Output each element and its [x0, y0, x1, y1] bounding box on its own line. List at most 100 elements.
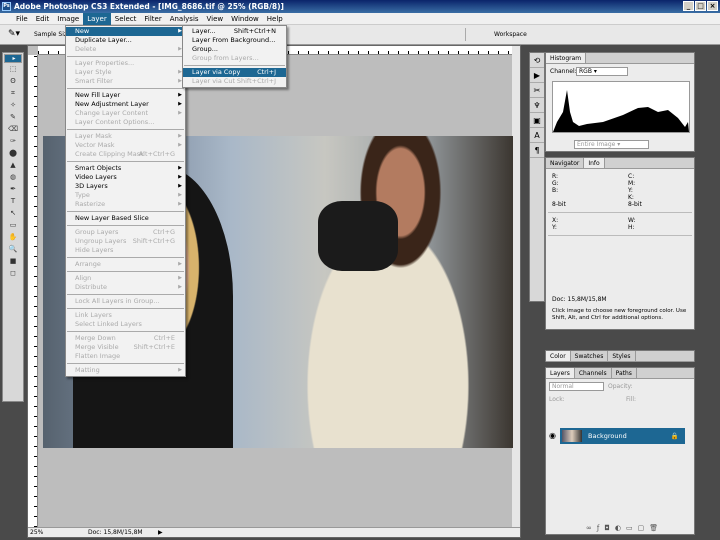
source-select[interactable]: Entire Image ▾ — [574, 140, 649, 149]
tools-icon[interactable]: ✂ — [530, 83, 544, 98]
menu-file[interactable]: File — [12, 13, 32, 25]
menu-item-layer-via-copy[interactable]: Layer via Copy Ctrl+J — [183, 68, 286, 77]
vertical-scrollbar[interactable] — [512, 46, 520, 527]
menu-item-smart-filter[interactable]: Smart Filter ▶ — [66, 77, 185, 86]
menu-item-layer-content-options[interactable]: Layer Content Options... — [66, 118, 185, 127]
tool-7-icon[interactable]: ✑ — [4, 136, 22, 147]
tool-14-icon[interactable]: ▭ — [4, 220, 22, 231]
minimize-button[interactable]: _ — [683, 1, 694, 11]
menu-edit[interactable]: Edit — [32, 13, 54, 25]
trash-icon[interactable]: 🗑 — [649, 524, 663, 532]
menu-item-align[interactable]: Align ▶ — [66, 274, 185, 283]
menu-item-smart-objects[interactable]: Smart Objects ▶ — [66, 164, 185, 173]
layer-row-background[interactable]: Background 🔒 — [560, 428, 685, 444]
menu-item-3d-layers[interactable]: 3D Layers ▶ — [66, 182, 185, 191]
menu-item-video-layers[interactable]: Video Layers ▶ — [66, 173, 185, 182]
link-icon[interactable]: ∞ — [586, 524, 597, 532]
menu-item-arrange[interactable]: Arrange ▶ — [66, 260, 185, 269]
menu-item-change-layer-content[interactable]: Change Layer Content ▶ — [66, 109, 185, 118]
paragraph-icon[interactable]: ¶ — [530, 143, 544, 158]
workspace-button[interactable]: Workspace ▾ — [465, 28, 530, 51]
menu-item-new-layer-based-slice[interactable]: New Layer Based Slice — [66, 214, 185, 223]
menu-item-layer-from-background[interactable]: Layer From Background... — [183, 36, 286, 45]
menu-item-layer[interactable]: Layer... Shift+Ctrl+N — [183, 27, 286, 36]
menu-layer[interactable]: Layer — [83, 12, 111, 25]
menu-item-rasterize[interactable]: Rasterize ▶ — [66, 200, 185, 209]
tool-15-icon[interactable]: ✋ — [4, 232, 22, 243]
eyedropper-icon[interactable]: ✎▾ — [8, 29, 20, 39]
menu-item-new-adjustment-layer[interactable]: New Adjustment Layer ▶ — [66, 100, 185, 109]
tab-color[interactable]: Color — [546, 351, 571, 361]
menu-window[interactable]: Window — [227, 13, 263, 25]
menu-filter[interactable]: Filter — [140, 13, 165, 25]
tab-layers[interactable]: Layers — [546, 368, 575, 378]
menu-item-ungroup-layers[interactable]: Ungroup Layers Shift+Ctrl+G — [66, 237, 185, 246]
history-icon[interactable]: ⟲ — [530, 53, 544, 68]
status-arrow-icon[interactable]: ▶ — [158, 528, 163, 538]
tool-10-icon[interactable]: ◍ — [4, 172, 22, 183]
tool-5-icon[interactable]: ✎ — [4, 112, 22, 123]
menu-item-merge-visible[interactable]: Merge Visible Shift+Ctrl+E — [66, 343, 185, 352]
channel-select[interactable]: RGB ▾ — [576, 67, 628, 76]
menu-item-group-from-layers[interactable]: Group from Layers... — [183, 54, 286, 63]
menu-analysis[interactable]: Analysis — [166, 13, 203, 25]
tab-channels[interactable]: Channels — [575, 368, 612, 378]
menu-item-merge-down[interactable]: Merge Down Ctrl+E — [66, 334, 185, 343]
menu-item-select-linked-layers[interactable]: Select Linked Layers — [66, 320, 185, 329]
menu-item-new[interactable]: New ▶ — [66, 27, 185, 36]
menu-item-matting[interactable]: Matting ▶ — [66, 366, 185, 375]
menu-item-group-layers[interactable]: Group Layers Ctrl+G — [66, 228, 185, 237]
layer-comps-icon[interactable]: ▣ — [530, 113, 544, 128]
tool-9-icon[interactable]: ▲ — [4, 160, 22, 171]
tool-3-icon[interactable]: ⌗ — [4, 88, 22, 99]
new-layer-icon[interactable]: ▢ — [638, 524, 650, 532]
tab-paths[interactable]: Paths — [612, 368, 637, 378]
tab-styles[interactable]: Styles — [608, 351, 636, 361]
menu-view[interactable]: View — [203, 13, 228, 25]
menu-help[interactable]: Help — [263, 13, 287, 25]
tab-info[interactable]: Info — [584, 158, 605, 168]
visibility-eye-icon[interactable]: ◉ — [549, 431, 556, 440]
tool-12-icon[interactable]: T — [4, 196, 22, 207]
tool-4-icon[interactable]: ✧ — [4, 100, 22, 111]
menu-item-layer-mask[interactable]: Layer Mask ▶ — [66, 132, 185, 141]
blend-mode-select[interactable]: Normal — [549, 382, 604, 391]
menu-item-layer-properties[interactable]: Layer Properties... — [66, 59, 185, 68]
menu-item-distribute[interactable]: Distribute ▶ — [66, 283, 185, 292]
menu-item-create-clipping-mask[interactable]: Create Clipping Mask Alt+Ctrl+G — [66, 150, 185, 159]
menu-item-flatten-image[interactable]: Flatten Image — [66, 352, 185, 361]
menu-image[interactable]: Image — [53, 13, 83, 25]
clone-source-icon[interactable]: ♆ — [530, 98, 544, 113]
tool-1-icon[interactable]: ⬚ — [4, 64, 22, 75]
tool-17-icon[interactable]: ■ — [4, 256, 22, 267]
menu-item-group[interactable]: Group... — [183, 45, 286, 54]
adjustment-icon[interactable]: ◐ — [615, 524, 626, 532]
menu-item-duplicate-layer[interactable]: Duplicate Layer... — [66, 36, 185, 45]
close-button[interactable]: × — [707, 1, 718, 11]
tool-8-icon[interactable]: ⬤ — [4, 148, 22, 159]
menu-select[interactable]: Select — [111, 13, 141, 25]
tool-0-icon[interactable]: ▸ — [4, 54, 22, 63]
tool-18-icon[interactable]: ◻ — [4, 268, 22, 279]
group-icon[interactable]: ▭ — [626, 524, 638, 532]
menu-item-layer-style[interactable]: Layer Style ▶ — [66, 68, 185, 77]
tab-swatches[interactable]: Swatches — [571, 351, 609, 361]
menu-item-link-layers[interactable]: Link Layers — [66, 311, 185, 320]
zoom-level[interactable]: 25% — [30, 528, 43, 538]
tool-11-icon[interactable]: ✒ — [4, 184, 22, 195]
tab-histogram[interactable]: Histogram — [546, 53, 587, 63]
mask-icon[interactable]: ◘ — [604, 524, 615, 532]
menu-item-layer-via-cut[interactable]: Layer via Cut Shift+Ctrl+J — [183, 77, 286, 86]
actions-icon[interactable]: ▶ — [530, 68, 544, 83]
tool-16-icon[interactable]: 🔍 — [4, 244, 22, 255]
tool-6-icon[interactable]: ⌫ — [4, 124, 22, 135]
menu-item-delete[interactable]: Delete ▶ — [66, 45, 185, 54]
menu-item-new-fill-layer[interactable]: New Fill Layer ▶ — [66, 91, 185, 100]
character-icon[interactable]: A — [530, 128, 544, 143]
maximize-button[interactable]: □ — [695, 1, 706, 11]
menu-item-vector-mask[interactable]: Vector Mask ▶ — [66, 141, 185, 150]
tool-2-icon[interactable]: ʘ — [4, 76, 22, 87]
tab-navigator[interactable]: Navigator — [546, 158, 585, 168]
tool-13-icon[interactable]: ↖ — [4, 208, 22, 219]
menu-item-type[interactable]: Type ▶ — [66, 191, 185, 200]
